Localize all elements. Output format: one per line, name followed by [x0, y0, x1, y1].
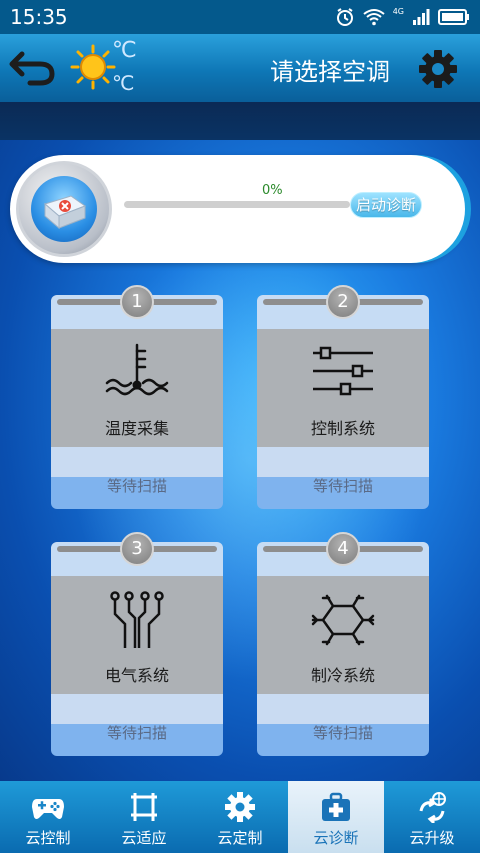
card-label: 电气系统	[104, 666, 169, 685]
temperature-sensor-icon	[105, 343, 169, 396]
card-number: 4	[326, 532, 360, 566]
diagnosis-card-temperature[interactable]: 1 温度采集 等待扫描	[51, 285, 223, 511]
header: ℃ ℃ 请选择空调	[0, 34, 480, 102]
bottom-nav: 云控制 云适应 云定制 云诊断 云升级	[0, 781, 480, 853]
nav-label: 云控制	[25, 829, 71, 847]
start-diagnosis-button[interactable]: 启动诊断	[350, 192, 422, 218]
card-number: 1	[120, 285, 154, 319]
medical-kit-icon	[16, 161, 112, 257]
sun-icon	[70, 44, 116, 90]
back-arrow-icon[interactable]	[8, 48, 58, 88]
crop-frame-icon	[131, 793, 157, 821]
status-bar: 15:35 4G	[0, 0, 480, 34]
gear-icon	[225, 792, 255, 822]
temperature-unit-bottom: ℃	[112, 71, 135, 95]
subheader-bar	[0, 102, 480, 140]
card-status: 等待扫描	[312, 724, 373, 742]
circuit-icon	[110, 591, 164, 648]
nav-cloud-upgrade[interactable]: 云升级	[384, 781, 480, 853]
nav-label: 云升级	[409, 829, 455, 847]
card-status: 等待扫描	[106, 477, 167, 495]
snowflake-icon	[311, 594, 375, 646]
card-number: 3	[120, 532, 154, 566]
cloud-upgrade-icon	[419, 792, 446, 823]
sliders-icon	[313, 346, 373, 396]
card-label: 温度采集	[104, 419, 169, 438]
progress-bar	[124, 201, 350, 208]
diagnosis-card-refrigeration[interactable]: 4 制冷系统 等待扫描	[257, 532, 429, 758]
card-number: 2	[326, 285, 360, 319]
nav-cloud-adapt[interactable]: 云适应	[96, 781, 192, 853]
diagnosis-card-control[interactable]: 2 控制系统 等待扫描	[257, 285, 429, 511]
gamepad-icon	[32, 799, 64, 819]
diagnosis-panel: 0% 启动诊断	[10, 155, 465, 263]
gear-icon[interactable]	[418, 49, 458, 89]
nav-cloud-customize[interactable]: 云定制	[192, 781, 288, 853]
diagnosis-card-electrical[interactable]: 3 电气系统 等待扫描	[51, 532, 223, 758]
nav-cloud-diagnose[interactable]: 云诊断	[288, 781, 384, 853]
battery-icon	[438, 9, 469, 25]
network-type: 4G	[392, 6, 404, 16]
temperature-unit-top: ℃	[112, 38, 137, 63]
signal-icon	[413, 9, 430, 25]
card-status: 等待扫描	[312, 477, 373, 495]
nav-label: 云适应	[121, 829, 167, 847]
medical-case-icon	[322, 792, 350, 821]
nav-cloud-control[interactable]: 云控制	[0, 781, 96, 853]
status-time: 15:35	[10, 5, 68, 29]
nav-label: 云诊断	[313, 829, 359, 847]
card-status: 等待扫描	[106, 724, 167, 742]
page-title[interactable]: 请选择空调	[250, 52, 410, 87]
main-area: 0% 启动诊断 1 温度采集 等待扫描 2 控制系统 等待扫描 3 电气系统 等…	[0, 140, 480, 781]
wifi-icon	[363, 9, 385, 26]
alarm-icon	[336, 8, 353, 26]
progress-percent: 0%	[262, 183, 283, 198]
status-icons: 4G	[335, 7, 470, 27]
card-label: 制冷系统	[310, 666, 375, 685]
card-label: 控制系统	[310, 419, 375, 438]
nav-label: 云定制	[217, 829, 263, 847]
